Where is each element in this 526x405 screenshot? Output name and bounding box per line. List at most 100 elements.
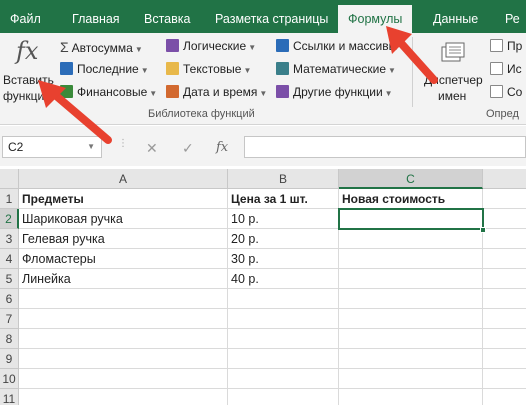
row-header[interactable]: 3	[0, 229, 19, 249]
formula-input[interactable]	[244, 136, 526, 158]
cell-d7[interactable]	[483, 309, 526, 329]
autosum-label: Автосумма	[71, 41, 133, 55]
cell-c11[interactable]	[339, 389, 483, 405]
use-in-formula-button[interactable]: Ис	[490, 62, 522, 76]
cancel-icon[interactable]: ✕	[146, 140, 158, 157]
sigma-icon: Σ	[60, 39, 69, 55]
cell-b5[interactable]: 40 р.	[228, 269, 339, 289]
text-icon	[166, 62, 179, 75]
active-cell-selection[interactable]	[338, 208, 484, 230]
chevron-down-icon: ▼	[248, 43, 257, 52]
cell-d1[interactable]	[483, 189, 526, 209]
chevron-down-icon: ▼	[243, 66, 252, 75]
cell-c6[interactable]	[339, 289, 483, 309]
cell-b2[interactable]: 10 р.	[228, 209, 339, 229]
cell-d8[interactable]	[483, 329, 526, 349]
column-header-b[interactable]: B	[228, 169, 339, 189]
text-button[interactable]: Текстовые ▼	[166, 62, 251, 76]
worksheet-grid: A B C 1 2 3 4 5 6 7 8 9 10 11 Предметы Ц…	[0, 169, 526, 405]
column-header-c[interactable]: C	[339, 169, 483, 189]
tab-page-layout[interactable]: Разметка страницы	[215, 6, 328, 32]
cell-c1[interactable]: Новая стоимость	[339, 189, 483, 209]
cell-c9[interactable]	[339, 349, 483, 369]
column-header-a[interactable]: A	[19, 169, 228, 189]
cell-a6[interactable]	[19, 289, 228, 309]
cell-a1[interactable]: Предметы	[19, 189, 228, 209]
cell-d6[interactable]	[483, 289, 526, 309]
cell-b4[interactable]: 30 р.	[228, 249, 339, 269]
logical-button[interactable]: Логические ▼	[166, 39, 256, 53]
select-all-button[interactable]	[0, 169, 19, 189]
cell-b3[interactable]: 20 р.	[228, 229, 339, 249]
row-header[interactable]: 8	[0, 329, 19, 349]
define-name-label: Пр	[507, 39, 523, 53]
chevron-down-icon: ▼	[134, 45, 143, 54]
cell-d9[interactable]	[483, 349, 526, 369]
datetime-button[interactable]: Дата и время ▼	[166, 85, 267, 99]
cell-c10[interactable]	[339, 369, 483, 389]
cell-b7[interactable]	[228, 309, 339, 329]
use-in-formula-icon	[490, 62, 503, 75]
row-header[interactable]: 6	[0, 289, 19, 309]
cell-a2[interactable]: Шариковая ручка	[19, 209, 228, 229]
cell-a7[interactable]	[19, 309, 228, 329]
create-from-selection-label: Со	[507, 85, 523, 99]
row-header[interactable]: 9	[0, 349, 19, 369]
tab-review[interactable]: Ре	[505, 6, 520, 32]
cell-a10[interactable]	[19, 369, 228, 389]
clock-icon	[166, 85, 179, 98]
cell-d2[interactable]	[483, 209, 526, 229]
ribbon-tab-bar: Файл Главная Вставка Разметка страницы Ф…	[0, 0, 526, 33]
cell-c7[interactable]	[339, 309, 483, 329]
cell-d10[interactable]	[483, 369, 526, 389]
cell-a9[interactable]	[19, 349, 228, 369]
cell-d11[interactable]	[483, 389, 526, 405]
cell-c8[interactable]	[339, 329, 483, 349]
more-functions-icon	[276, 85, 289, 98]
insert-function-icon[interactable]: fx	[216, 140, 228, 155]
row-header[interactable]: 10	[0, 369, 19, 389]
row-header[interactable]: 2	[0, 209, 19, 229]
cell-a11[interactable]	[19, 389, 228, 405]
cell-b8[interactable]	[228, 329, 339, 349]
arrow-to-insert-function	[38, 80, 112, 144]
cell-d3[interactable]	[483, 229, 526, 249]
cell-a4[interactable]: Фломастеры	[19, 249, 228, 269]
cell-b1[interactable]: Цена за 1 шт.	[228, 189, 339, 209]
fx-icon: fx	[16, 37, 39, 65]
define-name-icon	[490, 39, 503, 52]
function-library-group-label: Библиотека функций	[148, 108, 255, 120]
tab-home[interactable]: Главная	[72, 6, 120, 32]
chevron-down-icon: ▼	[149, 89, 158, 98]
cell-c5[interactable]	[339, 269, 483, 289]
cell-a5[interactable]: Линейка	[19, 269, 228, 289]
formula-bar-grip[interactable]: ⋮	[118, 138, 128, 149]
autosum-button[interactable]: Σ Автосумма ▼	[60, 39, 143, 55]
datetime-label: Дата и время	[183, 85, 258, 99]
row-header[interactable]: 7	[0, 309, 19, 329]
cell-d5[interactable]	[483, 269, 526, 289]
use-in-formula-label: Ис	[507, 62, 522, 76]
define-name-button[interactable]: Пр	[490, 39, 522, 53]
cell-d4[interactable]	[483, 249, 526, 269]
column-header-d[interactable]	[483, 169, 526, 189]
cell-c3[interactable]	[339, 229, 483, 249]
cell-c4[interactable]	[339, 249, 483, 269]
create-from-selection-button[interactable]: Со	[490, 85, 522, 99]
cell-b6[interactable]	[228, 289, 339, 309]
tab-file[interactable]: Файл	[10, 6, 41, 32]
cell-b10[interactable]	[228, 369, 339, 389]
cell-a8[interactable]	[19, 329, 228, 349]
tab-insert[interactable]: Вставка	[144, 6, 190, 32]
row-header[interactable]: 5	[0, 269, 19, 289]
cell-a3[interactable]: Гелевая ручка	[19, 229, 228, 249]
row-header[interactable]: 4	[0, 249, 19, 269]
name-box-value: C2	[8, 140, 24, 154]
fill-handle[interactable]	[480, 227, 486, 233]
chevron-down-icon: ▼	[140, 66, 149, 75]
row-header[interactable]: 1	[0, 189, 19, 209]
cell-b9[interactable]	[228, 349, 339, 369]
check-icon[interactable]: ✓	[182, 140, 194, 157]
cell-b11[interactable]	[228, 389, 339, 405]
row-header[interactable]: 11	[0, 389, 19, 405]
